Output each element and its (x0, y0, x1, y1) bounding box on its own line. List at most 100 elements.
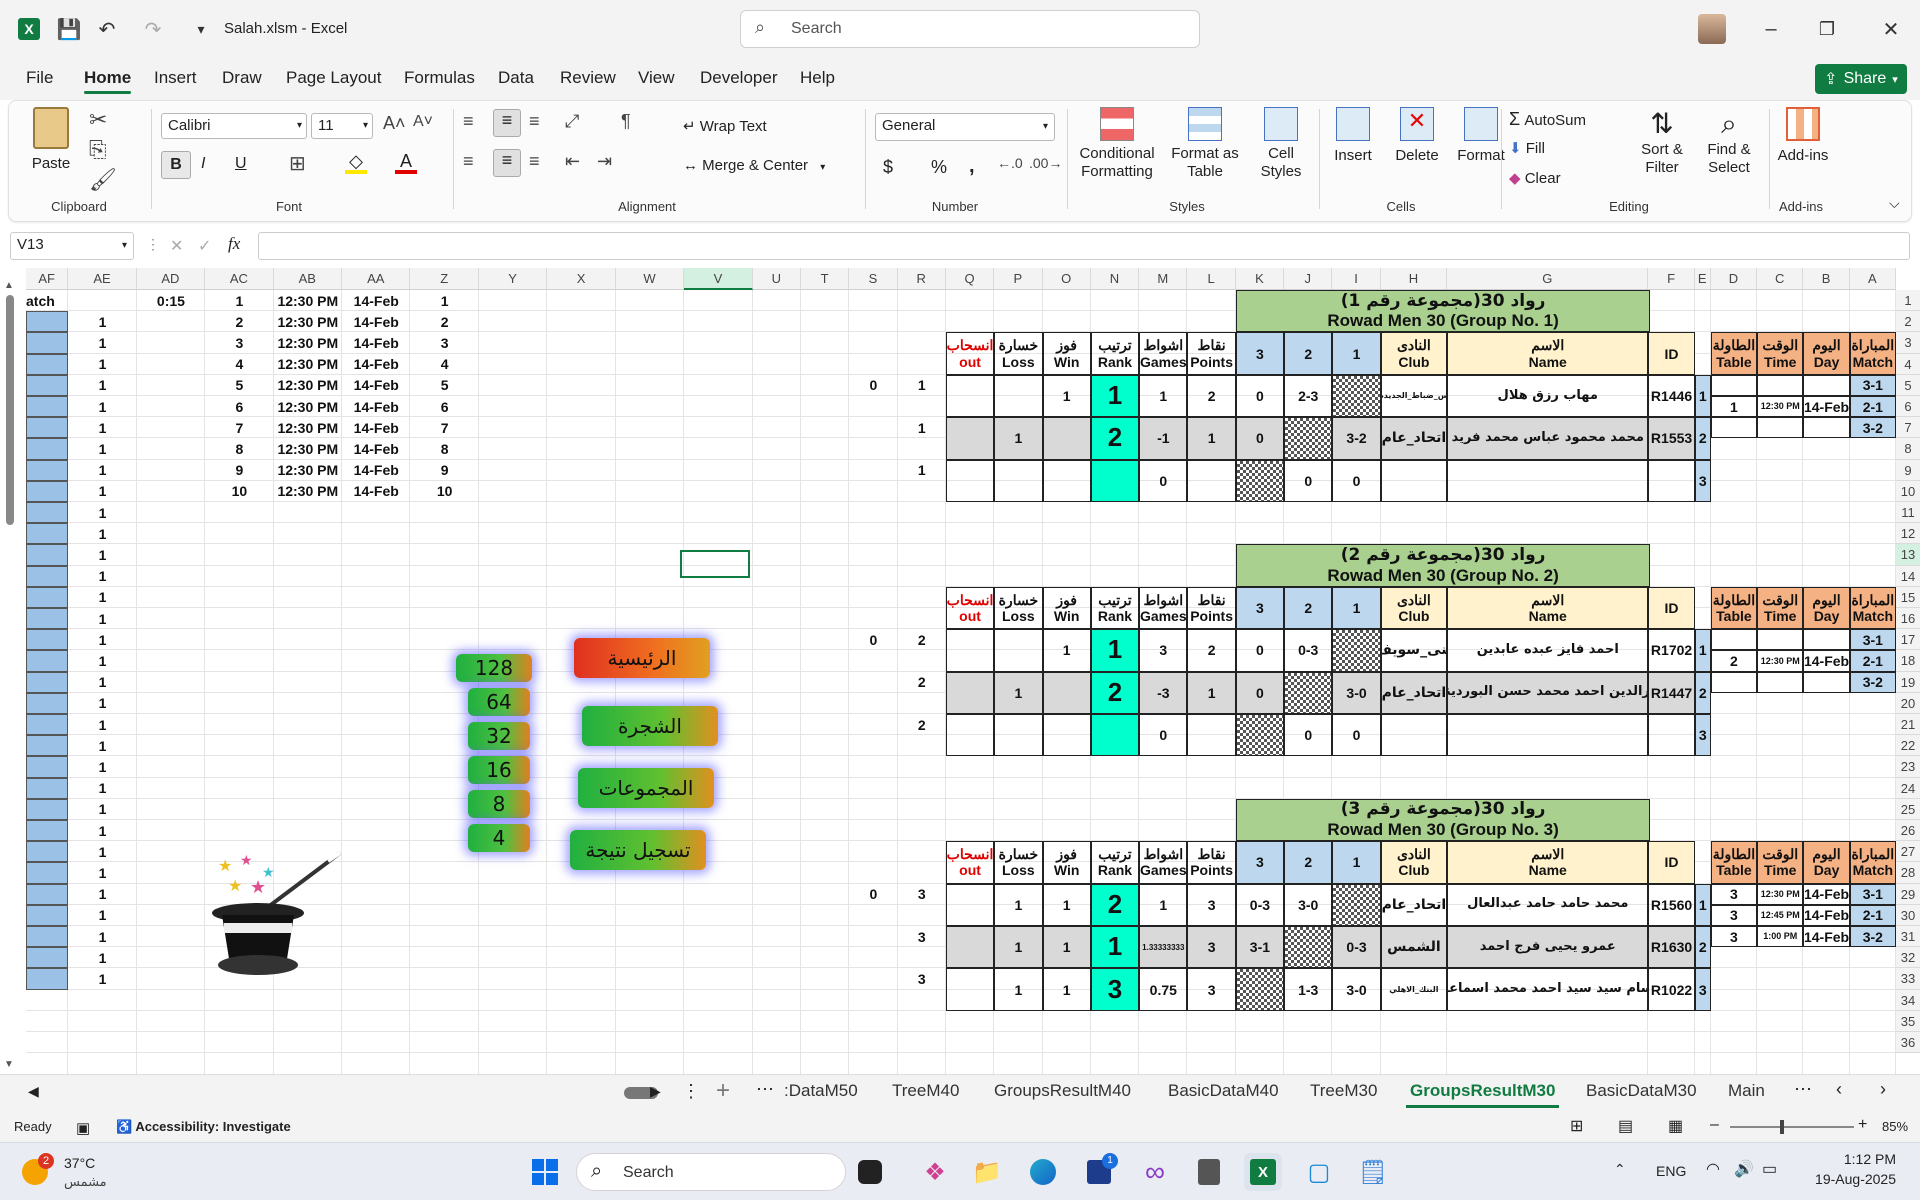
header-col-2[interactable]: 2 (1284, 586, 1333, 630)
cell-sched-time[interactable] (1757, 417, 1804, 439)
header-id[interactable]: ID (1648, 841, 1695, 884)
cell-result-1[interactable] (1332, 883, 1381, 926)
row-header[interactable]: 18 (1896, 650, 1920, 672)
cell-win[interactable]: 1 (1042, 629, 1091, 672)
conditional-formatting-button[interactable]: Conditional Formatting (1073, 107, 1161, 181)
cell-club[interactable]: البنك_الاهلي (1380, 968, 1448, 1011)
cell-aa[interactable]: 14-Feb (342, 417, 410, 438)
cell-ae[interactable]: 1 (68, 884, 136, 905)
cell-ac[interactable]: 4 (205, 354, 273, 375)
menu-view[interactable]: View (638, 68, 675, 88)
row-header[interactable]: 1 (1896, 290, 1920, 312)
header-match[interactable]: المباراة Match (1849, 332, 1896, 375)
cell-aa[interactable]: 14-Feb (342, 396, 410, 417)
menu-review[interactable]: Review (560, 68, 616, 88)
header-points[interactable]: نقاط Points (1187, 841, 1236, 884)
header-out[interactable]: انسحاب out (945, 332, 995, 375)
cell-z[interactable]: 2 (410, 311, 478, 332)
row-header[interactable]: 16 (1896, 608, 1920, 630)
cell-club[interactable] (1380, 714, 1448, 757)
autosum-button[interactable]: Σ AutoSum (1509, 109, 1586, 130)
cell-ae[interactable]: 1 (68, 354, 136, 375)
cell-ab[interactable]: 12:30 PM (274, 417, 342, 438)
cell-aa[interactable]: 14-Feb (342, 332, 410, 353)
cell-rank[interactable]: 1 (1090, 926, 1140, 969)
cell-ae[interactable]: 1 (68, 544, 136, 565)
cell-result-1[interactable] (1332, 629, 1381, 672)
cell-af-filled[interactable] (26, 926, 69, 948)
column-header[interactable]: A (1849, 268, 1896, 290)
cell-styles-button[interactable]: Cell Styles (1249, 107, 1313, 181)
decrease-font-icon[interactable]: A˅ (413, 113, 433, 131)
cell-aa[interactable]: 14-Feb (342, 438, 410, 459)
cell-ab[interactable]: 12:30 PM (274, 375, 342, 396)
cell-result-3[interactable]: 3-1 (1235, 926, 1285, 969)
cell-points[interactable]: 2 (1187, 374, 1236, 418)
accessibility-button[interactable]: ♿ Accessibility: Investigate (116, 1119, 291, 1135)
cell-af-filled[interactable] (26, 565, 69, 587)
cell-z[interactable]: 8 (410, 438, 478, 459)
cell-r[interactable]: 2 (898, 629, 946, 650)
cell-points[interactable]: 1 (1187, 417, 1236, 460)
column-header[interactable]: V (684, 268, 753, 290)
cell-r[interactable]: 3 (898, 968, 946, 989)
cell-z[interactable]: 7 (410, 417, 478, 438)
bracket-4-button[interactable]: 4 (468, 824, 530, 852)
menu-formulas[interactable]: Formulas (404, 68, 475, 88)
cell-ae[interactable]: 1 (68, 375, 136, 396)
save-icon[interactable]: 💾 (54, 14, 84, 44)
cell-sched-day[interactable]: 14-Feb (1803, 396, 1850, 418)
selected-cell-v13[interactable] (680, 550, 750, 578)
currency-button[interactable]: $ (883, 157, 893, 178)
cell-sched-time[interactable] (1757, 374, 1804, 396)
cell-points[interactable] (1187, 459, 1236, 502)
header-day[interactable]: اليوم Day (1803, 841, 1850, 884)
cell-loss[interactable]: 1 (994, 968, 1043, 1011)
record-result-button[interactable]: تسجيل نتيجة (570, 830, 706, 870)
cell-s[interactable]: 0 (849, 375, 897, 396)
cell-af-filled[interactable] (26, 671, 69, 693)
cell-out[interactable] (945, 417, 995, 460)
row-header[interactable]: 13 (1896, 544, 1920, 566)
macro-record-icon[interactable]: ▣ (76, 1119, 90, 1137)
cell-ae[interactable]: 1 (68, 523, 136, 544)
cell-r[interactable]: 1 (898, 417, 946, 438)
cell-ae[interactable]: 1 (68, 311, 136, 332)
row-header[interactable]: 19 (1896, 671, 1920, 693)
header-time[interactable]: الوقت Time (1757, 586, 1804, 630)
header-id[interactable]: ID (1648, 586, 1695, 630)
cell-out[interactable] (945, 883, 995, 926)
header-col-3[interactable]: 3 (1235, 841, 1285, 884)
cell-rank[interactable]: 2 (1090, 883, 1140, 926)
cell-out[interactable] (945, 671, 995, 714)
cell-id[interactable]: R1553 (1648, 417, 1695, 460)
clear-button[interactable]: ◆ Clear (1509, 169, 1561, 187)
row-header[interactable]: 17 (1896, 629, 1920, 651)
cell-result-3[interactable] (1235, 459, 1285, 502)
notepad-icon[interactable]: 🗒 (1354, 1153, 1392, 1191)
cell-games[interactable]: -1 (1139, 417, 1188, 460)
row-header[interactable]: 25 (1896, 798, 1920, 820)
scroll-up-icon[interactable]: ▲ (4, 280, 16, 291)
cell-s[interactable] (849, 672, 897, 693)
cell-out[interactable] (945, 374, 995, 418)
cell-sched-time[interactable]: 1:00 PM (1757, 926, 1804, 948)
column-header[interactable]: AC (205, 268, 274, 290)
cell-result-2[interactable] (1284, 926, 1333, 969)
bracket-32-button[interactable]: 32 (468, 722, 530, 750)
cell-ae[interactable]: 1 (68, 841, 136, 862)
cell-ae[interactable]: 1 (68, 650, 136, 671)
header-games[interactable]: اشواط Games (1139, 841, 1188, 884)
header-day[interactable]: اليوم Day (1803, 586, 1850, 630)
cell-af-filled[interactable] (26, 735, 69, 757)
cell-ae[interactable]: 1 (68, 587, 136, 608)
cell-sched-match[interactable]: 2-1 (1849, 396, 1896, 418)
cell-club[interactable]: س_ضباط_الجديدة (1380, 374, 1448, 418)
header-points[interactable]: نقاط Points (1187, 332, 1236, 375)
align-center-icon[interactable]: ≡ (493, 149, 521, 177)
header-points[interactable]: نقاط Points (1187, 586, 1236, 630)
cell-loss[interactable]: 1 (994, 926, 1043, 969)
cell-sched-time[interactable]: 12:45 PM (1757, 904, 1804, 926)
sheet-tab-main[interactable]: Main (1728, 1081, 1765, 1101)
column-header[interactable]: W (615, 268, 685, 290)
